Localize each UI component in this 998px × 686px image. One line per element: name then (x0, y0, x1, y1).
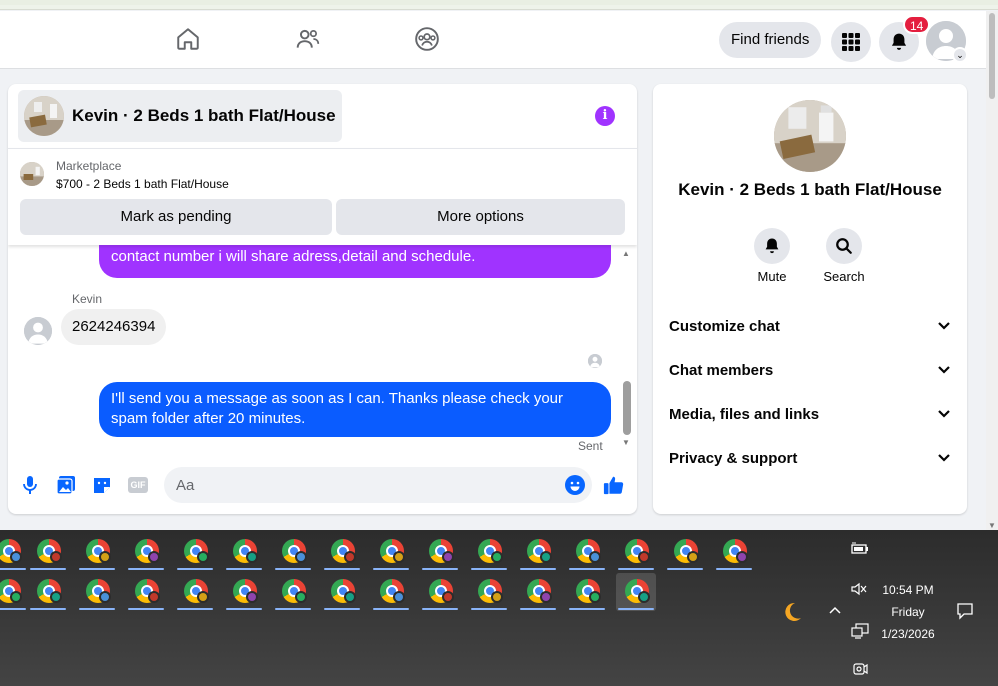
chrome-window-taskbar-icon[interactable] (714, 533, 754, 571)
listing-mini-thumbnail[interactable] (20, 162, 44, 186)
microphone-icon[interactable] (18, 473, 42, 497)
conversation-title: Kevin · 2 Beds 1 bath Flat/House (678, 180, 942, 199)
clock-time[interactable]: 10:54 PM (870, 583, 946, 597)
listing-thumbnail (24, 96, 64, 136)
account-menu-chevron-icon[interactable]: ⌄ (952, 47, 968, 63)
chrome-window-taskbar-icon[interactable] (273, 573, 313, 611)
chrome-window-taskbar-icon[interactable] (616, 573, 656, 611)
chrome-window-taskbar-icon[interactable] (420, 533, 460, 571)
section-label: Media, files and links (669, 405, 820, 423)
customize-chat-section[interactable]: Customize chat (669, 312, 951, 340)
info-icon[interactable]: i (595, 106, 615, 126)
sticker-icon[interactable] (90, 473, 114, 497)
listing-large-thumbnail[interactable] (774, 100, 846, 172)
chrome-window-taskbar-icon[interactable] (28, 573, 68, 611)
chrome-window-taskbar-icon[interactable] (665, 533, 705, 571)
chrome-window-taskbar-icon[interactable] (518, 573, 558, 611)
more-options-button[interactable]: More options (336, 199, 625, 235)
search-icon[interactable] (826, 228, 862, 264)
message-status: Sent (578, 439, 603, 453)
chevron-down-icon (938, 410, 950, 418)
chrome-window-taskbar-icon[interactable] (518, 533, 558, 571)
search-label: Search (823, 269, 865, 284)
outgoing-message-text: contact number i will share adress,detai… (111, 248, 476, 265)
chrome-window-taskbar-icon[interactable] (175, 533, 215, 571)
chrome-window-taskbar-icon[interactable] (371, 573, 411, 611)
chat-title: Kevin · 2 Beds 1 bath Flat/House (72, 106, 336, 125)
message-composer: GIF (8, 464, 637, 506)
sender-name: Kevin (72, 292, 103, 306)
groups-icon[interactable] (413, 25, 441, 53)
camera-icon[interactable] (852, 661, 868, 680)
friends-icon[interactable] (294, 25, 322, 53)
incoming-message-bubble[interactable]: 2624246394 (61, 309, 167, 345)
chrome-window-taskbar-icon[interactable] (126, 533, 166, 571)
notification-count-badge: 14 (903, 15, 931, 34)
speaker-muted-icon[interactable] (851, 582, 867, 599)
section-label: Customize chat (669, 317, 780, 335)
message-input[interactable] (164, 467, 592, 503)
windows-taskbar: 10:54 PM Friday 1/23/2026 (0, 530, 998, 686)
grid-menu-icon[interactable] (831, 22, 871, 62)
find-friends-button[interactable]: Find friends (719, 22, 822, 58)
marketplace-listing-bar: Marketplace $700 - 2 Beds 1 bath Flat/Ho… (8, 148, 637, 245)
chat-title-button[interactable]: Kevin · 2 Beds 1 bath Flat/House (18, 90, 342, 142)
chat-panel: Kevin · 2 Beds 1 bath Flat/House i Marke… (8, 84, 637, 514)
chrome-window-taskbar-icon[interactable] (469, 573, 509, 611)
chrome-window-taskbar-icon[interactable] (224, 533, 264, 571)
chevron-down-icon (938, 454, 950, 462)
chrome-window-taskbar-icon[interactable] (469, 533, 509, 571)
chrome-window-taskbar-icon[interactable] (567, 533, 607, 571)
chat-scrollbar[interactable]: ▲ ▼ (621, 245, 633, 451)
notification-center-icon[interactable] (956, 602, 974, 623)
browser-top-strip (0, 0, 998, 10)
chrome-window-taskbar-icon[interactable] (420, 573, 460, 611)
section-label: Privacy & support (669, 449, 798, 467)
chrome-window-taskbar-icon[interactable] (0, 533, 28, 571)
media-files-links-section[interactable]: Media, files and links (669, 400, 951, 428)
clock-day[interactable]: Friday (870, 605, 946, 619)
night-light-icon[interactable] (780, 600, 804, 630)
listing-price-title[interactable]: $700 - 2 Beds 1 bath Flat/House (56, 177, 229, 191)
photo-icon[interactable] (54, 473, 78, 497)
chrome-window-taskbar-icon[interactable] (273, 533, 313, 571)
chrome-window-taskbar-icon[interactable] (224, 573, 264, 611)
emoji-icon[interactable] (565, 475, 585, 495)
chrome-window-taskbar-icon[interactable] (616, 533, 656, 571)
chevron-down-icon (938, 366, 950, 374)
page-scrollbar[interactable]: ▼ (986, 11, 998, 530)
gif-icon[interactable]: GIF (126, 473, 150, 497)
chrome-window-taskbar-icon[interactable] (0, 573, 28, 611)
message-thread: contact number i will share adress,detai… (8, 225, 637, 455)
chrome-window-taskbar-icon[interactable] (28, 533, 68, 571)
mark-as-pending-button[interactable]: Mark as pending (20, 199, 332, 235)
chat-members-section[interactable]: Chat members (669, 356, 951, 384)
chrome-window-taskbar-icon[interactable] (175, 573, 215, 611)
chrome-window-taskbar-icon[interactable] (322, 533, 362, 571)
section-label: Chat members (669, 361, 774, 379)
chrome-window-taskbar-icon[interactable] (567, 573, 607, 611)
chrome-window-taskbar-icon[interactable] (77, 533, 117, 571)
mute-label: Mute (757, 269, 787, 284)
top-navigation-bar: Find friends 14 ⌄ (0, 11, 986, 69)
conversation-info-panel: Kevin · 2 Beds 1 bath Flat/House Mute Se… (653, 84, 967, 514)
chrome-window-taskbar-icon[interactable] (322, 573, 362, 611)
listing-source-label: Marketplace (56, 159, 122, 173)
home-icon[interactable] (174, 25, 202, 53)
chrome-window-taskbar-icon[interactable] (371, 533, 411, 571)
network-icon[interactable] (851, 623, 869, 642)
like-icon[interactable] (602, 473, 626, 497)
privacy-support-section[interactable]: Privacy & support (669, 444, 951, 472)
chevron-down-icon (938, 322, 950, 330)
clock-date[interactable]: 1/23/2026 (870, 627, 946, 641)
kevin-avatar[interactable] (24, 317, 52, 345)
chrome-window-taskbar-icon[interactable] (77, 573, 117, 611)
seen-avatar-icon (588, 354, 602, 368)
chrome-window-taskbar-icon[interactable] (126, 573, 166, 611)
outgoing-message-bubble-latest[interactable]: I'll send you a message as soon as I can… (99, 382, 611, 437)
chevron-up-icon[interactable] (828, 602, 842, 618)
battery-icon[interactable] (851, 542, 869, 559)
mute-bell-icon[interactable] (754, 228, 790, 264)
